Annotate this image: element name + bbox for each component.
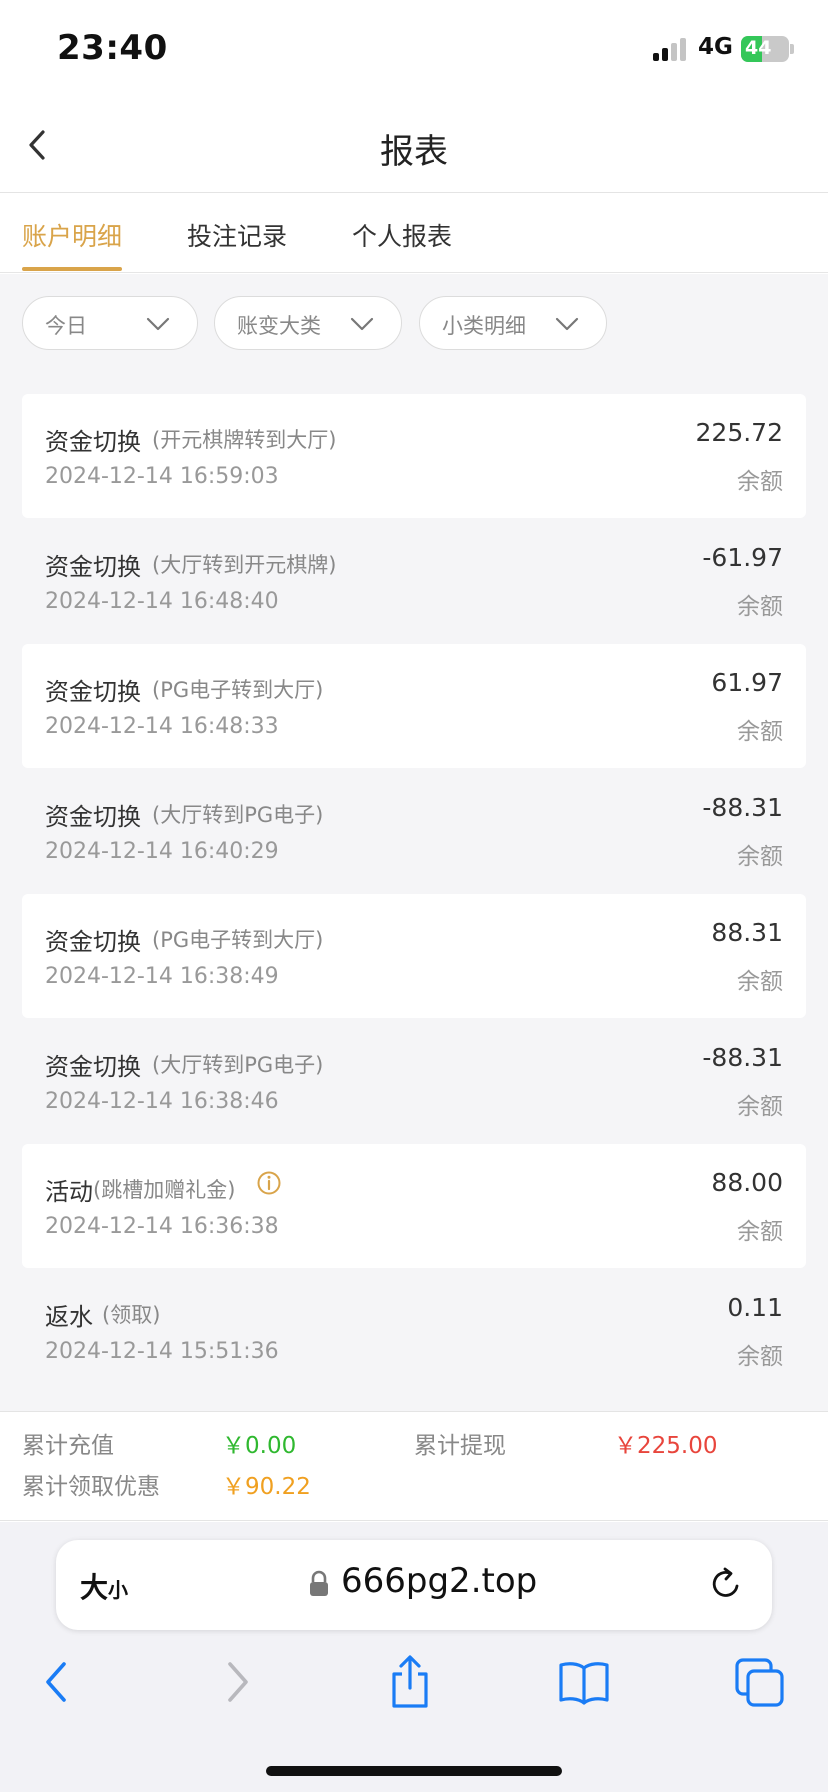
home-indicator	[266, 1766, 562, 1776]
record-time: 2024-12-14 16:38:49	[45, 964, 279, 989]
total-withdraw-label: 累计提现	[414, 1433, 506, 1459]
record-amount: 88.00	[711, 1168, 783, 1197]
record-balance-label: 余额	[737, 1094, 783, 1120]
total-bonus-value: ￥90.22	[222, 1474, 311, 1500]
page-title: 报表	[380, 132, 448, 172]
nav-bar: 报表	[0, 100, 828, 193]
filter-category-label: 账变大类	[237, 314, 321, 338]
record-detail: (大厅转到PG电子)	[152, 803, 324, 827]
records-panel: 今日 账变大类 小类明细 资金切换 (开元棋牌转到大厅) 2024-12-14 …	[0, 274, 828, 1412]
forward-arrow-icon[interactable]	[206, 1652, 266, 1712]
record-detail: (大厅转到PG电子)	[152, 1053, 324, 1077]
record-amount: -88.31	[702, 793, 783, 822]
record-balance-label: 余额	[737, 844, 783, 870]
record-detail: (开元棋牌转到大厅)	[152, 428, 337, 452]
record-title: 资金切换	[45, 553, 141, 581]
battery-percent: 44	[745, 37, 772, 59]
status-time: 23:40	[57, 28, 168, 68]
url-text: 666pg2.top	[341, 1561, 538, 1601]
browser-toolbar: 大小 666pg2.top	[0, 1522, 828, 1792]
filter-row: 今日 账变大类 小类明细	[0, 296, 828, 352]
record-amount: 0.11	[727, 1293, 783, 1322]
tab-account-details[interactable]: 账户明细	[22, 217, 122, 253]
record-balance-label: 余额	[737, 1219, 783, 1245]
record-balance-label: 余额	[737, 469, 783, 495]
record-time: 2024-12-14 16:48:33	[45, 714, 279, 739]
record-title: 资金切换	[45, 678, 141, 706]
reload-icon[interactable]	[706, 1564, 746, 1604]
chevron-down-icon	[350, 317, 374, 331]
record-time: 2024-12-14 16:38:46	[45, 1089, 279, 1114]
total-deposit-value: ￥0.00	[222, 1433, 297, 1459]
filter-category-dropdown[interactable]: 账变大类	[214, 296, 402, 350]
network-type: 4G	[698, 34, 733, 60]
record-balance-label: 余额	[737, 1344, 783, 1370]
record-title: 资金切换	[45, 928, 141, 956]
record-title: 资金切换	[45, 803, 141, 831]
list-item[interactable]: 资金切换 (PG电子转到大厅) 2024-12-14 16:38:49 88.3…	[22, 894, 806, 1018]
battery-icon: 44	[741, 36, 789, 62]
record-detail: (跳槽加赠礼金)	[93, 1178, 236, 1202]
list-item[interactable]: 资金切换 (大厅转到开元棋牌) 2024-12-14 16:48:40 -61.…	[22, 519, 806, 643]
record-balance-label: 余额	[737, 969, 783, 995]
record-balance-label: 余额	[737, 719, 783, 745]
chevron-down-icon	[555, 317, 579, 331]
record-amount: 61.97	[711, 668, 783, 697]
active-tab-indicator	[22, 267, 122, 271]
record-time: 2024-12-14 16:48:40	[45, 589, 279, 614]
list-item[interactable]: 资金切换 (大厅转到PG电子) 2024-12-14 16:40:29 -88.…	[22, 769, 806, 893]
battery-tip	[790, 44, 794, 54]
record-amount: 88.31	[711, 918, 783, 947]
total-deposit-label: 累计充值	[22, 1433, 114, 1459]
cellular-signal-icon	[653, 37, 689, 61]
record-amount: -88.31	[702, 1043, 783, 1072]
list-item[interactable]: 资金切换 (大厅转到PG电子) 2024-12-14 16:38:46 -88.…	[22, 1019, 806, 1143]
list-item[interactable]: 资金切换 (开元棋牌转到大厅) 2024-12-14 16:59:03 225.…	[22, 394, 806, 518]
back-arrow-icon[interactable]	[28, 1652, 88, 1712]
tab-personal-report[interactable]: 个人报表	[352, 217, 452, 253]
record-balance-label: 余额	[737, 594, 783, 620]
summary-panel: 累计充值 ￥0.00 累计提现 ￥225.00 累计领取优惠 ￥90.22	[0, 1411, 828, 1521]
record-title: 资金切换	[45, 1053, 141, 1081]
record-amount: -61.97	[702, 543, 783, 572]
record-time: 2024-12-14 16:36:38	[45, 1214, 279, 1239]
record-time: 2024-12-14 16:59:03	[45, 464, 279, 489]
info-circle-icon[interactable]	[256, 1170, 282, 1196]
record-time: 2024-12-14 16:40:29	[45, 839, 279, 864]
filter-date-dropdown[interactable]: 今日	[22, 296, 198, 350]
filter-date-label: 今日	[45, 314, 87, 338]
tabs-icon[interactable]	[730, 1652, 790, 1712]
list-item[interactable]: 资金切换 (PG电子转到大厅) 2024-12-14 16:48:33 61.9…	[22, 644, 806, 768]
tab-bet-records[interactable]: 投注记录	[187, 217, 287, 253]
chevron-down-icon	[146, 317, 170, 331]
record-detail: (领取)	[102, 1303, 161, 1327]
list-item[interactable]: 返水 (领取) 2024-12-14 15:51:36 0.11 余额	[22, 1269, 806, 1393]
text-size-button[interactable]: 大小	[80, 1566, 128, 1606]
status-bar: 23:40 4G 44	[0, 0, 828, 100]
list-item[interactable]: 活动 (跳槽加赠礼金) 2024-12-14 16:36:38 88.00 余额	[22, 1144, 806, 1268]
record-title: 资金切换	[45, 428, 141, 456]
text-size-small: 小	[108, 1578, 129, 1602]
text-size-big: 大	[80, 1571, 109, 1604]
record-detail: (大厅转到开元棋牌)	[152, 553, 337, 577]
record-amount: 225.72	[695, 418, 783, 447]
filter-subcategory-dropdown[interactable]: 小类明细	[419, 296, 607, 350]
share-icon[interactable]	[380, 1652, 440, 1712]
record-detail: (PG电子转到大厅)	[152, 678, 324, 702]
tab-bar: 账户明细 投注记录 个人报表	[0, 193, 828, 273]
bookmarks-icon[interactable]	[554, 1652, 614, 1712]
record-time: 2024-12-14 15:51:36	[45, 1339, 279, 1364]
address-bar[interactable]: 大小 666pg2.top	[56, 1540, 772, 1630]
total-withdraw-value: ￥225.00	[614, 1433, 718, 1459]
record-title: 活动	[45, 1178, 93, 1206]
record-title: 返水	[45, 1303, 93, 1331]
filter-subcategory-label: 小类明细	[442, 314, 526, 338]
lock-icon	[310, 1570, 328, 1596]
record-detail: (PG电子转到大厅)	[152, 928, 324, 952]
total-bonus-label: 累计领取优惠	[22, 1474, 160, 1500]
